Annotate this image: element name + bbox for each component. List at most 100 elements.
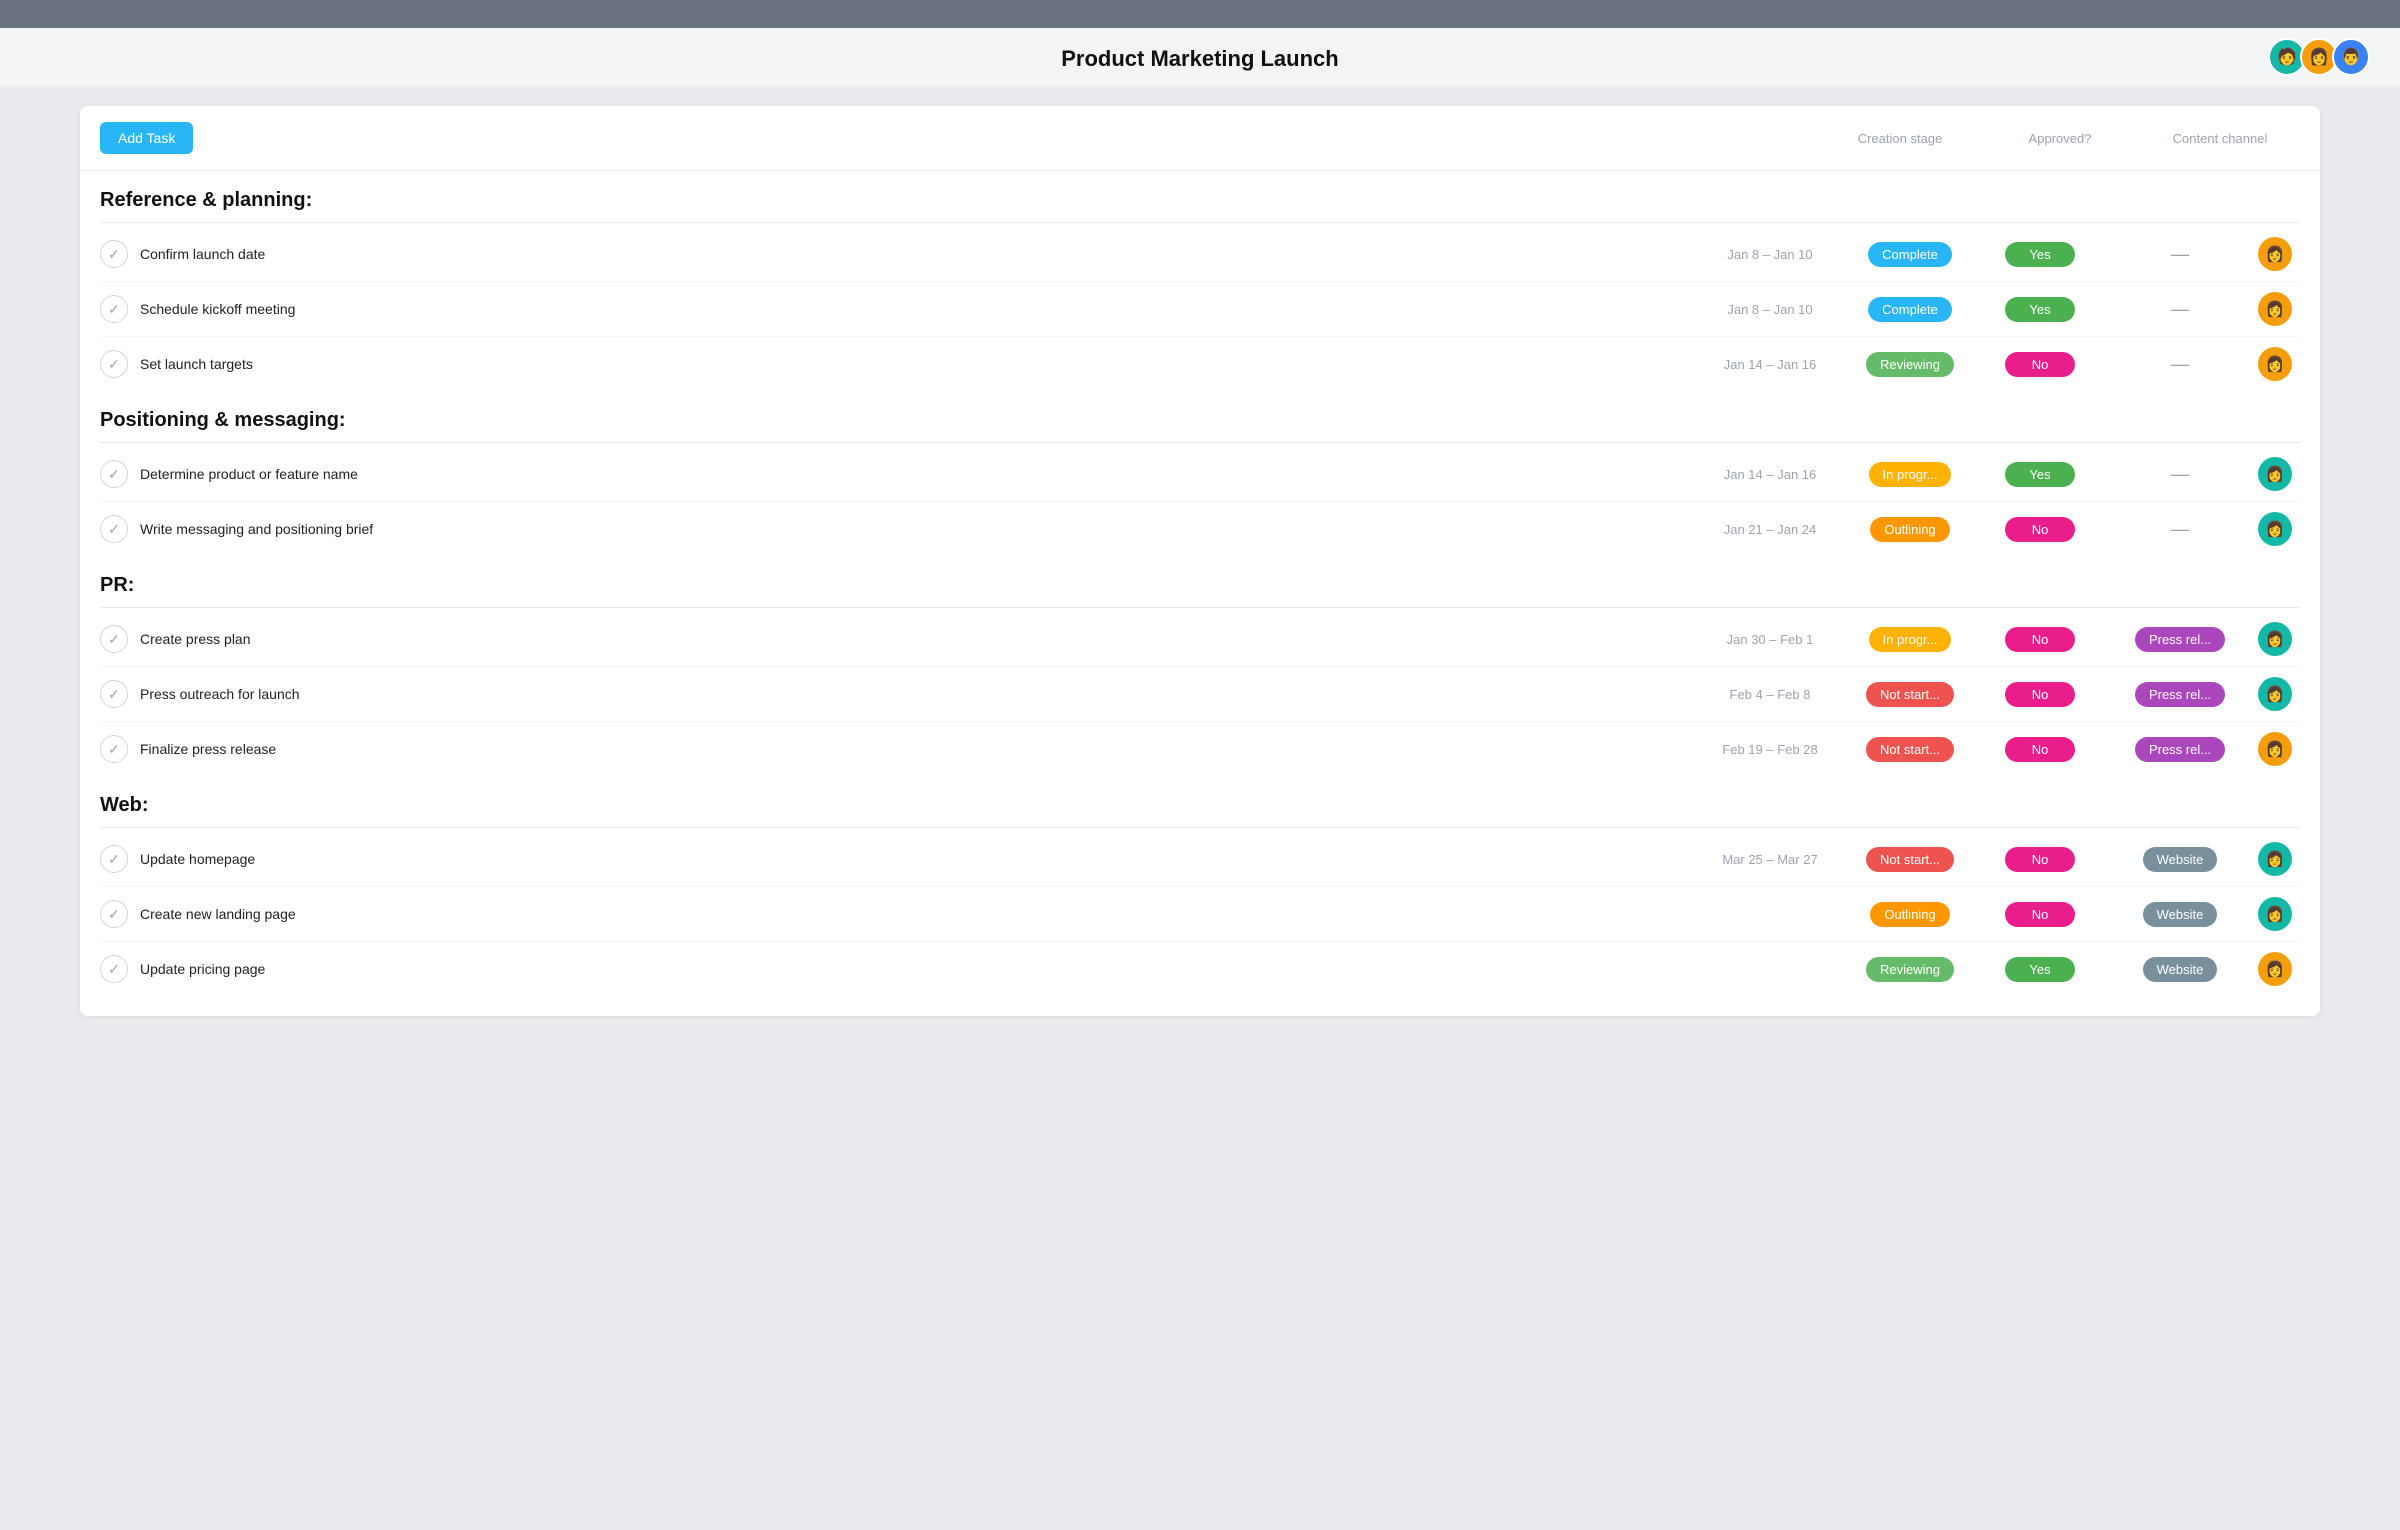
task-stage-badge[interactable]: In progr... <box>1869 462 1952 487</box>
task-avatar[interactable]: 👩 <box>2258 347 2292 381</box>
task-channel-badge[interactable]: Website <box>2143 902 2218 927</box>
task-avatar-col: 👩 <box>2250 952 2300 986</box>
task-approved-badge[interactable]: Yes <box>2005 462 2075 487</box>
task-channel-badge[interactable]: Website <box>2143 957 2218 982</box>
header: Product Marketing Launch 🧑 👩 👨 <box>0 28 2400 86</box>
task-checkbox[interactable]: ✓ <box>100 955 128 983</box>
section-web: Web:✓Update homepageMar 25 – Mar 27Not s… <box>80 776 2320 996</box>
task-dates: Jan 8 – Jan 10 <box>1690 247 1850 262</box>
task-dates: Jan 14 – Jan 16 <box>1690 467 1850 482</box>
task-channel-badge[interactable]: Website <box>2143 847 2218 872</box>
task-stage-col: Outlining <box>1850 517 1970 542</box>
task-stage-badge[interactable]: Not start... <box>1866 737 1954 762</box>
task-stage-badge[interactable]: Reviewing <box>1866 352 1954 377</box>
task-checkbox[interactable]: ✓ <box>100 680 128 708</box>
task-stage-badge[interactable]: Not start... <box>1866 847 1954 872</box>
task-stage-badge[interactable]: Complete <box>1868 297 1952 322</box>
task-approved-badge[interactable]: No <box>2005 517 2075 542</box>
task-channel-col: — <box>2110 519 2250 540</box>
task-stage-badge[interactable]: In progr... <box>1869 627 1952 652</box>
task-stage-badge[interactable]: Complete <box>1868 242 1952 267</box>
col-header-channel: Content channel <box>2140 131 2300 146</box>
task-dates: Mar 25 – Mar 27 <box>1690 852 1850 867</box>
task-checkbox[interactable]: ✓ <box>100 735 128 763</box>
task-name[interactable]: Create new landing page <box>140 906 1690 922</box>
task-stage-badge[interactable]: Outlining <box>1870 517 1949 542</box>
task-approved-badge[interactable]: Yes <box>2005 957 2075 982</box>
task-name[interactable]: Press outreach for launch <box>140 686 1690 702</box>
task-dates: Jan 8 – Jan 10 <box>1690 302 1850 317</box>
task-name[interactable]: Confirm launch date <box>140 246 1690 262</box>
task-approved-col: No <box>1970 517 2110 542</box>
task-avatar[interactable]: 👩 <box>2258 952 2292 986</box>
task-row: ✓ Determine product or feature nameJan 14… <box>100 447 2300 502</box>
task-checkbox[interactable]: ✓ <box>100 240 128 268</box>
task-approved-badge[interactable]: No <box>2005 682 2075 707</box>
task-channel-col: — <box>2110 354 2250 375</box>
task-approved-col: No <box>1970 627 2110 652</box>
task-name[interactable]: Set launch targets <box>140 356 1690 372</box>
task-avatar[interactable]: 👩 <box>2258 842 2292 876</box>
task-channel-col: Website <box>2110 847 2250 872</box>
task-dates: Jan 14 – Jan 16 <box>1690 357 1850 372</box>
task-approved-badge[interactable]: No <box>2005 627 2075 652</box>
task-approved-badge[interactable]: No <box>2005 737 2075 762</box>
task-avatar[interactable]: 👩 <box>2258 292 2292 326</box>
task-approved-badge[interactable]: Yes <box>2005 242 2075 267</box>
task-channel-dash: — <box>2171 299 2189 320</box>
task-stage-badge[interactable]: Not start... <box>1866 682 1954 707</box>
task-checkbox[interactable]: ✓ <box>100 900 128 928</box>
avatar-3[interactable]: 👨 <box>2332 38 2370 76</box>
task-channel-badge[interactable]: Press rel... <box>2135 682 2225 707</box>
task-avatar[interactable]: 👩 <box>2258 512 2292 546</box>
task-row: ✓Write messaging and positioning briefJa… <box>100 502 2300 556</box>
task-avatar[interactable]: 👩 <box>2258 677 2292 711</box>
task-avatar[interactable]: 👩 <box>2258 457 2292 491</box>
task-name[interactable]: Create press plan <box>140 631 1690 647</box>
task-approved-badge[interactable]: No <box>2005 847 2075 872</box>
section-reference-planning: Reference & planning: ✓ Confirm launch dat… <box>80 171 2320 391</box>
task-name[interactable]: Schedule kickoff meeting <box>140 301 1690 317</box>
task-checkbox[interactable]: ✓ <box>100 295 128 323</box>
task-name[interactable]: Update homepage <box>140 851 1690 867</box>
task-checkbox[interactable]: ✓ <box>100 460 128 488</box>
task-channel-col: Press rel... <box>2110 682 2250 707</box>
task-dates: Feb 19 – Feb 28 <box>1690 742 1850 757</box>
task-avatar[interactable]: 👩 <box>2258 237 2292 271</box>
task-approved-col: No <box>1970 847 2110 872</box>
task-checkbox[interactable]: ✓ <box>100 845 128 873</box>
task-row: ✓ Finalize press releaseFeb 19 – Feb 28 No… <box>100 722 2300 776</box>
task-avatar[interactable]: 👩 <box>2258 732 2292 766</box>
toolbar: Add Task Creation stage Approved? Conten… <box>80 106 2320 171</box>
task-name[interactable]: Determine product or feature name <box>140 466 1690 482</box>
task-channel-badge[interactable]: Press rel... <box>2135 627 2225 652</box>
add-task-button[interactable]: Add Task <box>100 122 193 154</box>
task-avatar[interactable]: 👩 <box>2258 897 2292 931</box>
task-stage-col: In progr... <box>1850 627 1970 652</box>
task-checkbox[interactable]: ✓ <box>100 515 128 543</box>
col-header-creation: Creation stage <box>1820 131 1980 146</box>
task-stage-badge[interactable]: Reviewing <box>1866 957 1954 982</box>
task-approved-badge[interactable]: Yes <box>2005 297 2075 322</box>
task-name[interactable]: Finalize press release <box>140 741 1690 757</box>
task-channel-badge[interactable]: Press rel... <box>2135 737 2225 762</box>
task-checkbox[interactable]: ✓ <box>100 350 128 378</box>
task-stage-badge[interactable]: Outlining <box>1870 902 1949 927</box>
task-row: ✓ Update homepageMar 25 – Mar 27 Not start… <box>100 832 2300 887</box>
task-approved-col: No <box>1970 902 2110 927</box>
task-avatar-col: 👩 <box>2250 842 2300 876</box>
task-channel-dash: — <box>2171 519 2189 540</box>
task-name[interactable]: Update pricing page <box>140 961 1690 977</box>
task-avatar[interactable]: 👩 <box>2258 622 2292 656</box>
task-channel-dash: — <box>2171 244 2189 265</box>
task-name[interactable]: Write messaging and positioning brief <box>140 521 1690 537</box>
section-title-reference-planning: Reference & planning: <box>100 171 2300 222</box>
task-row: ✓ Update pricing page Reviewing Yes Website 👩 <box>100 942 2300 996</box>
task-approved-badge[interactable]: No <box>2005 902 2075 927</box>
task-checkbox[interactable]: ✓ <box>100 625 128 653</box>
section-pr: PR:✓Create press planJan 30 – Feb 1In pr… <box>80 556 2320 776</box>
task-stage-col: Complete <box>1850 297 1970 322</box>
task-approved-badge[interactable]: No <box>2005 352 2075 377</box>
sections-container: Reference & planning: ✓ Confirm launch dat… <box>80 171 2320 996</box>
task-channel-col: Press rel... <box>2110 737 2250 762</box>
